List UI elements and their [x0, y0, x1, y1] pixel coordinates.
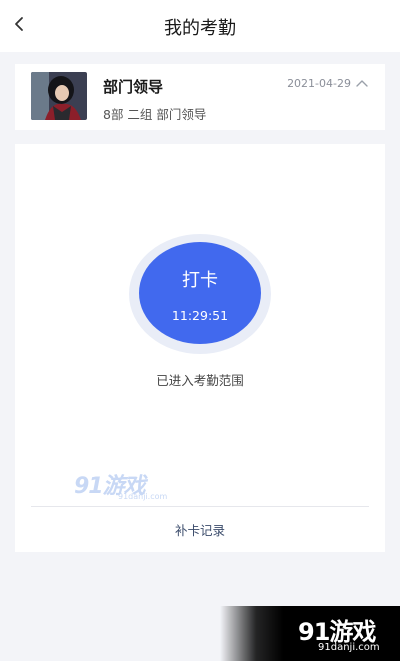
user-info-card: 部门领导 8部 二组 部门领导 2021-04-29	[15, 64, 385, 130]
punch-label: 打卡	[182, 270, 218, 291]
collapse-toggle[interactable]	[355, 76, 369, 90]
punch-time: 11:29:51	[171, 308, 229, 323]
corner-watermark-url: 91danji.com	[318, 642, 380, 653]
watermark-url: 91danji.com	[118, 492, 168, 501]
header-bar: 我的考勤	[0, 0, 400, 52]
attendance-date: 2021-04-29	[287, 77, 351, 90]
watermark-logo: 91游戏 91danji.com	[74, 468, 170, 506]
supplement-record-link[interactable]: 补卡记录	[15, 520, 385, 539]
punch-card-panel: 打卡 11:29:51 已进入考勤范围 补卡记录	[15, 144, 385, 552]
divider	[31, 506, 369, 507]
page-title: 我的考勤	[164, 18, 236, 39]
location-status: 已进入考勤范围	[156, 373, 244, 388]
user-department: 8部 二组 部门领导	[103, 107, 207, 122]
punch-in-button[interactable]: 打卡 11:29:51	[139, 242, 261, 344]
corner-watermark: 91游戏 91danji.com	[220, 606, 400, 661]
chevron-up-icon	[356, 80, 368, 87]
user-name: 部门领导	[103, 78, 164, 96]
avatar	[31, 72, 87, 120]
